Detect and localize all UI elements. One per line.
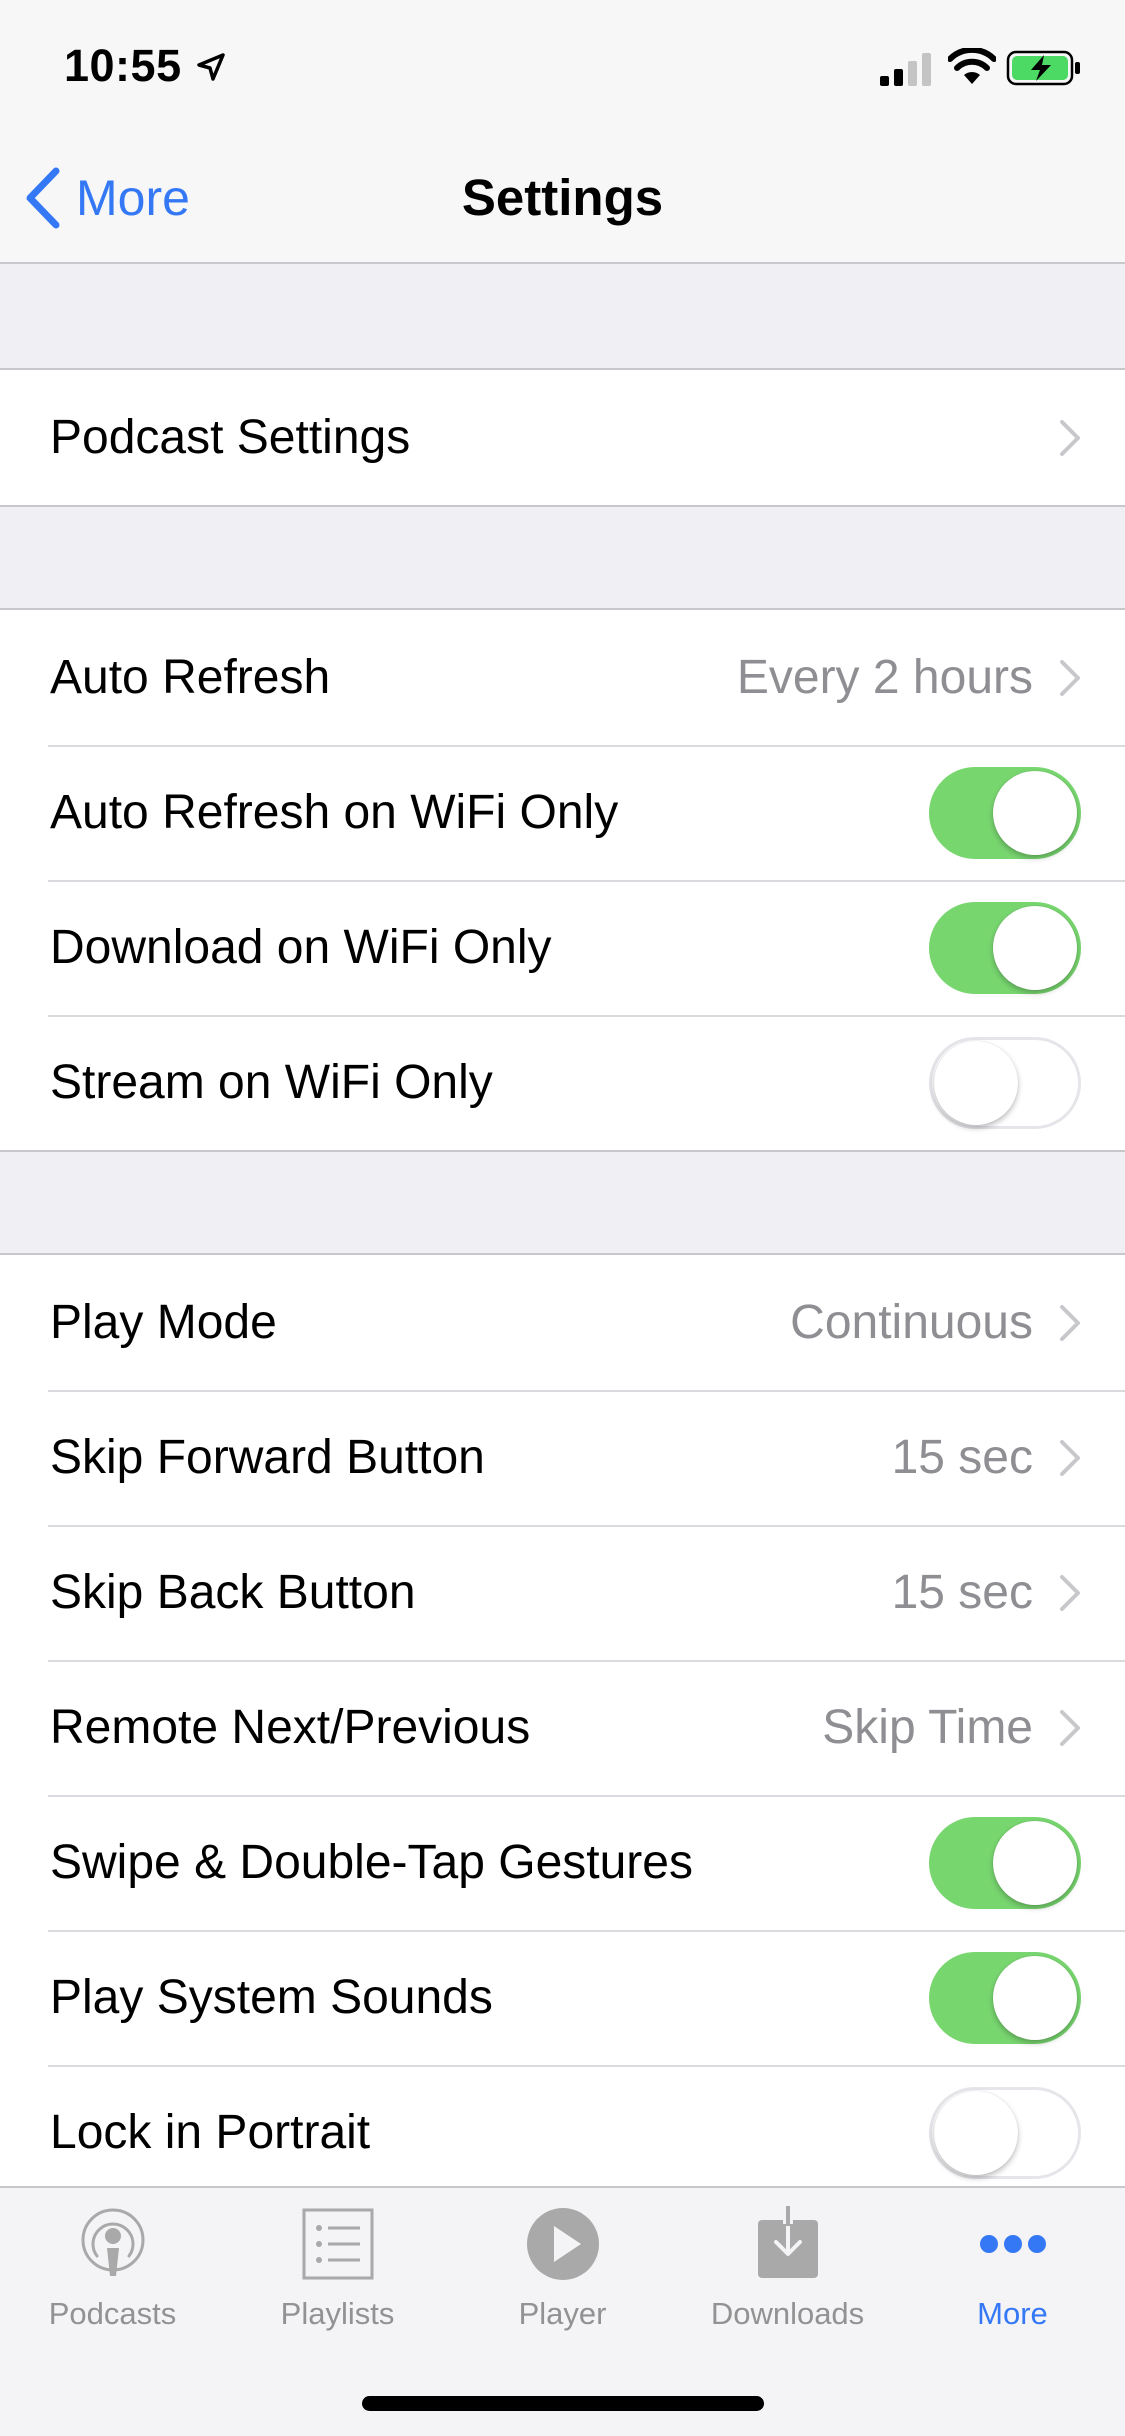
tab-label: Podcasts <box>48 2296 177 2331</box>
row-play-mode[interactable]: Play Mode Continuous <box>0 1255 1125 1390</box>
row-label: Remote Next/Previous <box>50 1701 531 1754</box>
tab-player[interactable]: Player <box>450 2206 675 2356</box>
row-label: Skip Forward Button <box>50 1431 485 1484</box>
status-time: 10:55 <box>64 40 182 91</box>
navigation-bar: More Settings <box>0 132 1125 264</box>
battery-charging-icon <box>1006 50 1080 86</box>
tab-podcasts[interactable]: Podcasts <box>0 2206 225 2356</box>
row-skip-forward-button[interactable]: Skip Forward Button 15 sec <box>0 1390 1125 1525</box>
row-label: Swipe & Double-Tap Gestures <box>50 1836 693 1889</box>
toggle-knob <box>934 2090 1018 2175</box>
player-icon <box>526 2208 599 2280</box>
row-value: 15 sec <box>891 1431 1033 1484</box>
page-title: Settings <box>461 169 664 226</box>
chevron-right-icon <box>1060 1439 1080 1476</box>
settings-section-refresh: Auto Refresh Every 2 hours Auto Refresh … <box>0 608 1125 1152</box>
row-lock-in-portrait: Lock in Portrait <box>0 2065 1125 2186</box>
download-wifi-toggle[interactable] <box>929 901 1081 994</box>
row-label: Auto Refresh on WiFi Only <box>50 786 619 839</box>
row-skip-back-button[interactable]: Skip Back Button 15 sec <box>0 1525 1125 1660</box>
chevron-right-icon <box>1060 1574 1080 1611</box>
status-bar: 10:55 <box>0 0 1125 132</box>
chevron-right-icon <box>1060 1304 1080 1341</box>
cellular-signal-icon <box>880 53 931 86</box>
toggle-knob <box>993 770 1077 855</box>
row-value: 15 sec <box>891 1566 1033 1619</box>
tab-label: Downloads <box>710 2296 865 2331</box>
settings-list[interactable]: Podcast Settings Auto Refresh Every 2 ho… <box>0 264 1125 2186</box>
row-label: Download on WiFi Only <box>50 921 552 974</box>
row-remote-next-previous[interactable]: Remote Next/Previous Skip Time <box>0 1660 1125 1795</box>
toggle-knob <box>993 1820 1077 1905</box>
row-play-system-sounds: Play System Sounds <box>0 1930 1125 2065</box>
tab-more[interactable]: More <box>900 2206 1125 2356</box>
row-auto-refresh[interactable]: Auto Refresh Every 2 hours <box>0 610 1125 745</box>
row-value: Every 2 hours <box>736 651 1033 704</box>
toggle-knob <box>993 905 1077 990</box>
stream-wifi-toggle[interactable] <box>929 1036 1081 1129</box>
podcasts-icon <box>81 2208 144 2276</box>
row-auto-refresh-wifi-only: Auto Refresh on WiFi Only <box>0 745 1125 880</box>
row-label: Auto Refresh <box>50 651 331 704</box>
location-arrow-icon <box>197 53 225 81</box>
tab-label: More <box>977 2296 1048 2331</box>
tab-label: Playlists <box>280 2296 395 2331</box>
wifi-icon <box>948 48 996 84</box>
settings-section-playback: Play Mode Continuous Skip Forward Button… <box>0 1253 1125 2186</box>
row-value: Skip Time <box>822 1701 1033 1754</box>
row-label: Play Mode <box>50 1296 277 1349</box>
row-label: Lock in Portrait <box>50 2106 371 2159</box>
toggle-knob <box>993 1955 1077 2040</box>
tab-playlists[interactable]: Playlists <box>225 2206 450 2356</box>
more-icon <box>979 2235 1046 2253</box>
row-label: Stream on WiFi Only <box>50 1056 493 1109</box>
row-podcast-settings[interactable]: Podcast Settings <box>0 370 1125 505</box>
row-value: Continuous <box>790 1296 1033 1349</box>
auto-refresh-wifi-toggle[interactable] <box>929 766 1081 859</box>
row-label: Play System Sounds <box>50 1971 493 2024</box>
settings-section-podcasts: Podcast Settings <box>0 368 1125 507</box>
row-download-wifi-only: Download on WiFi Only <box>0 880 1125 1015</box>
chevron-right-icon <box>1060 659 1080 696</box>
chevron-right-icon <box>1060 419 1080 456</box>
downloads-icon <box>757 2206 818 2278</box>
row-label: Skip Back Button <box>50 1566 416 1619</box>
gestures-toggle[interactable] <box>929 1816 1081 1909</box>
playlists-icon <box>302 2208 373 2280</box>
chevron-right-icon <box>1060 1709 1080 1746</box>
row-label: Podcast Settings <box>50 411 411 464</box>
toggle-knob <box>934 1040 1018 1125</box>
tab-downloads[interactable]: Downloads <box>675 2206 900 2356</box>
lock-portrait-toggle[interactable] <box>929 2086 1081 2179</box>
home-indicator[interactable] <box>362 2396 764 2411</box>
row-stream-wifi-only: Stream on WiFi Only <box>0 1015 1125 1150</box>
tab-label: Player <box>518 2296 607 2331</box>
row-swipe-double-tap-gestures: Swipe & Double-Tap Gestures <box>0 1795 1125 1930</box>
system-sounds-toggle[interactable] <box>929 1951 1081 2044</box>
